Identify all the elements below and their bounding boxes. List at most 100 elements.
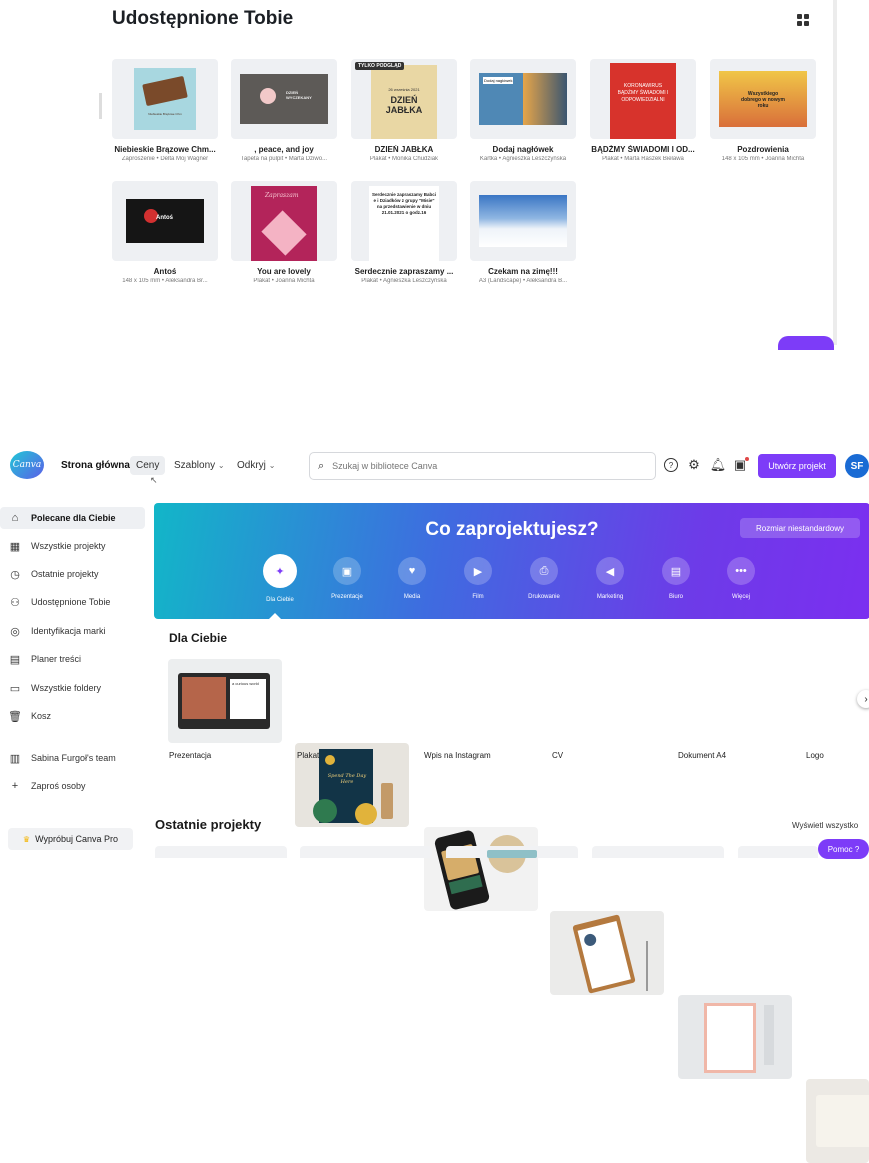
nav-home[interactable]: Strona główna [55,456,136,475]
shared-card-8[interactable]: Serdecznie zapraszamy Babci e i Dziadków… [351,181,457,284]
card-meta: Plakat • Marta Raszek Bielawa [602,156,684,162]
document-art [704,1003,756,1073]
heart-chat-icon: ♥ [398,557,426,585]
shared-card-4[interactable]: KORONAWIRUS BĄDŹMY ŚWIADOMI I ODPOWIEDZI… [590,59,696,162]
sidebar-item-recommended[interactable]: ⌂ Polecane dla Ciebie [0,507,145,529]
sidebar-item-folders[interactable]: ▭ Wszystkie foldery [0,677,145,699]
category-for-you[interactable]: ✦ Dla Ciebie [250,554,310,603]
card-thumbnail: Antoś [112,181,218,261]
card-title: Pozdrowienia [737,145,789,154]
try-pro-button[interactable]: ♛ Wypróbuj Canva Pro [8,828,133,850]
antos-art: Antoś [126,199,204,243]
category-media[interactable]: ♥ Media [382,557,442,600]
briefcase-icon: ▤ [662,557,690,585]
search-bar[interactable]: ⌕ [309,452,656,480]
create-project-button[interactable]: Utwórz projekt [758,454,836,478]
for-you-label: Plakat [297,751,320,760]
poster-art: Spend The Day Here [313,749,377,825]
active-category-indicator [269,613,281,619]
clipboard-art [572,914,636,994]
shared-card-5[interactable]: Wszystkiego dobrego w nowym roku Pozdrow… [710,59,816,162]
for-you-card-logo[interactable] [806,1079,869,1163]
for-you-label: Logo [806,751,824,760]
search-input[interactable] [330,460,635,472]
recent-project-card[interactable] [738,846,818,858]
sidebar-item-shared[interactable]: ⚇ Udostępnione Tobie [0,591,145,613]
canva-logo[interactable]: Canva [10,451,44,479]
custom-size-button[interactable]: Rozmiar niestandardowy [740,518,860,538]
card-thumbnail: DZIEŃ WYCZEKANY [231,59,337,139]
scrollbar[interactable] [833,0,837,345]
card-title: Niebieskie Brązowe Chm... [114,145,216,154]
recent-project-card[interactable] [446,846,578,858]
preview-only-badge: TYLKO PODGLĄD [355,62,405,70]
card-title: Czekam na zimę!!! [488,267,558,276]
card-thumbnail: Wszystkiego dobrego w nowym roku [710,59,816,139]
card-meta: Zaproszenie • Delta Moj Wagner [121,156,209,162]
card-meta: Plakat • Joanna Michta [253,278,315,284]
for-you-card-cv[interactable] [550,911,664,995]
recent-project-card[interactable] [592,846,724,858]
shared-card-7[interactable]: Zapraszam You are lovely Plakat • Joanna… [231,181,337,284]
mouse-cursor-icon: ↖ [150,475,158,485]
nav-discover[interactable]: Odkryj ⌄ [231,456,281,475]
shared-card-1[interactable]: DZIEŃ WYCZEKANY , peace, and joy Tapeta … [231,59,337,162]
card-thumbnail: Dodaj nagłówek [470,59,576,139]
purple-button-edge[interactable] [778,336,834,350]
sidebar-item-invite[interactable]: + Zaproś osoby [0,775,145,797]
card-title: Serdecznie zapraszamy ... [354,267,454,276]
sparkle-icon: ✦ [263,554,297,588]
chevron-right-icon[interactable]: › [857,690,869,708]
for-you-card-instagram[interactable] [424,827,538,911]
clock-icon: ◷ [10,568,20,581]
shared-card-6[interactable]: Antoś Antoś 148 x 105 mm • Aleksandra Br… [112,181,218,284]
sidebar-item-recent[interactable]: ◷ Ostatnie projekty [0,563,145,585]
corona-art: KORONAWIRUS BĄDŹMY ŚWIADOMI I ODPOWIEDZI… [610,63,676,139]
card-thumbnail [470,181,576,261]
sidebar-item-brand[interactable]: ◎ Identyfikacja marki [0,620,145,642]
category-marketing[interactable]: ◀ Marketing [580,557,640,600]
shared-card-0[interactable]: Niebieskie Brązowe Chm Niebieskie Brązow… [112,59,218,162]
card-thumbnail: KORONAWIRUS BĄDŹMY ŚWIADOMI I ODPOWIEDZI… [590,59,696,139]
chevron-down-icon: ⌄ [268,461,276,470]
shared-title: Udostępnione Tobie [112,8,294,29]
recent-project-card[interactable] [155,846,287,858]
help-button[interactable]: Pomoc ? [818,839,869,859]
brand-icon: ◎ [10,625,20,638]
sidebar-item-planner[interactable]: ▤ Planer treści [0,648,145,670]
category-film[interactable]: ▶ Film [448,557,508,600]
sidebar-item-all-projects[interactable]: ▦ Wszystkie projekty [0,535,145,557]
shared-card-2[interactable]: 26 września 2021 DZIEŃ JABŁKA TYLKO PODG… [351,59,457,162]
grid-view-icon[interactable] [797,14,809,26]
nav-prices[interactable]: Ceny [130,456,166,475]
nav-templates[interactable]: Szablony ⌄ [168,456,231,475]
sidebar-item-team[interactable]: ▥ Sabina Furgoł's team [0,747,145,769]
shared-panel [0,0,869,345]
card-meta: Tapeta na pulpit • Marta Dziwo... [240,156,328,162]
card-title: Antoś [153,267,177,276]
gift-icon[interactable]: ▣ [732,457,749,473]
for-you-card-presentation[interactable]: a curious world [168,659,282,743]
for-you-label: Prezentacja [169,751,212,760]
presentation-icon: ▣ [333,557,361,585]
card-title: , peace, and joy [254,145,314,154]
folder-icon: ▭ [9,682,21,695]
bell-icon[interactable]: 🔔︎ [710,457,727,473]
shared-card-3[interactable]: Dodaj nagłówek Dodaj nagłówek Kartka • A… [470,59,576,162]
hands-art: DZIEŃ WYCZEKANY [240,74,328,124]
category-presentations[interactable]: ▣ Prezentacje [317,557,377,600]
category-more[interactable]: ••• Więcej [711,557,771,600]
category-office[interactable]: ▤ Biuro [646,557,706,600]
card-thumbnail: Zapraszam [231,181,337,261]
sidebar-item-trash[interactable]: 🗑︎ Kosz [0,705,145,727]
help-icon[interactable]: ? [663,457,679,473]
recent-project-card[interactable] [300,846,432,858]
gear-icon[interactable]: ⚙ [686,457,702,473]
scroll-left-handle[interactable] [99,93,102,119]
category-print[interactable]: ⎙ Drukowanie [514,557,574,600]
for-you-card-a4[interactable] [678,995,792,1079]
card-title: BĄDŹMY ŚWIADOMI I OD... [591,145,695,154]
avatar[interactable]: SF [845,454,869,478]
shared-card-9[interactable]: Czekam na zimę!!! A3 (Landscape) • Aleks… [470,181,576,284]
view-all-link[interactable]: Wyświetl wszystko [792,821,858,830]
